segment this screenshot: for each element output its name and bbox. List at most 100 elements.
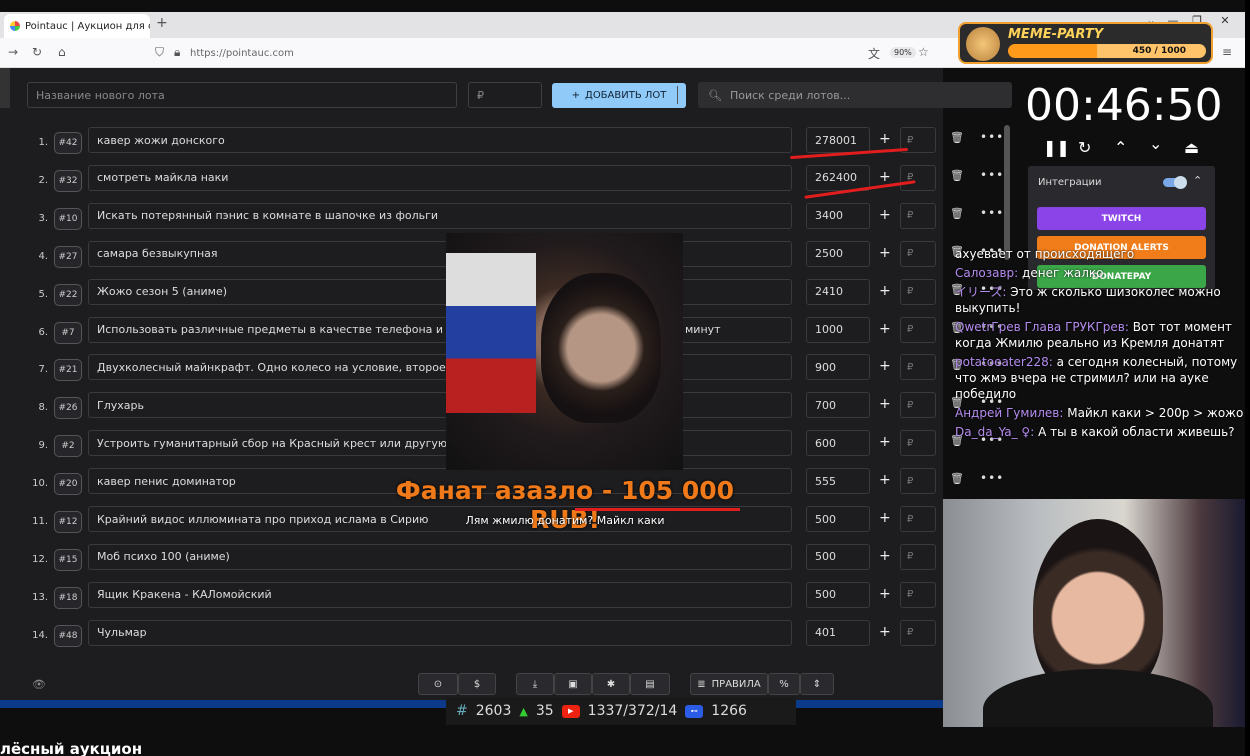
trash-icon[interactable]: 🗑︎ [950,131,964,144]
add-lot-button[interactable]: + ДОБАВИТЬ ЛОТ [552,83,686,108]
add-amount-input[interactable]: ₽ [900,278,936,305]
lot-id-badge[interactable]: #21 [54,359,82,382]
lot-amount-field[interactable]: 401 [806,619,870,646]
lot-amount-field[interactable]: 3400 [806,202,870,229]
lot-name-field[interactable]: Использовать различные предметы в качест… [88,316,792,343]
add-amount-input[interactable]: ₽ [900,506,936,532]
lot-amount-field[interactable]: 555 [806,468,870,495]
lot-id-badge[interactable]: #10 [54,207,82,230]
new-lot-price-input[interactable]: ₽ [468,82,542,108]
add-amount-input[interactable]: ₽ [900,240,936,267]
lot-id-badge[interactable]: #42 [54,132,82,154]
url-field[interactable]: https://pointauc.com [182,42,972,64]
lot-name-field[interactable]: Моб психо 100 (аниме) [88,543,792,570]
lot-amount-field[interactable]: 278001 [806,127,870,153]
chevron-down-icon[interactable]: ⌄ [1149,134,1162,153]
add-amount-icon[interactable]: + [879,434,891,450]
save-button[interactable]: ▣ [554,673,592,695]
lot-amount-field[interactable]: 700 [806,392,870,419]
bug-button[interactable]: ✱ [592,673,630,695]
lot-amount-field[interactable]: 900 [806,354,870,381]
home-icon[interactable]: ⌂ [58,45,66,59]
eye-icon[interactable]: 👁︎ [32,678,46,691]
lot-name-field[interactable]: самара безвыкупная [88,240,792,267]
menu-icon[interactable]: ≡ [1222,45,1232,59]
search-input[interactable]: 🔍︎ Поиск среди лотов... [698,82,1012,108]
lot-id-badge[interactable]: #2 [54,435,82,458]
add-amount-icon[interactable]: + [879,207,891,223]
lot-amount-field[interactable]: 1000 [806,316,870,343]
lot-amount-field[interactable]: 2500 [806,240,870,267]
reload-icon[interactable]: ↻ [32,45,42,59]
lot-id-badge[interactable]: #18 [54,586,82,609]
translate-icon[interactable]: 文 [868,45,880,62]
add-amount-icon[interactable]: + [879,321,891,337]
chevron-up-icon[interactable]: ⌃ [1193,174,1202,187]
more-icon[interactable]: ••• [980,471,1004,485]
add-amount-input[interactable]: ₽ [900,543,936,570]
new-tab-icon[interactable]: + [156,15,168,31]
add-amount-icon[interactable]: + [879,472,891,488]
lot-name-field[interactable]: Двухколесный майнкрафт. Одно колесо на у… [88,354,792,381]
add-amount-icon[interactable]: + [879,283,891,299]
scrollbar[interactable] [1004,125,1010,260]
lot-id-badge[interactable]: #15 [54,548,82,571]
github-button[interactable]: ⊙ [418,673,458,695]
percent-button[interactable]: % [768,673,800,695]
add-amount-icon[interactable]: + [879,131,891,147]
lot-name-field[interactable]: Искать потерянный пэнис в комнате в шапо… [88,202,792,229]
new-lot-input[interactable]: Название нового лота [27,82,457,108]
trash-icon[interactable]: 🗑︎ [950,169,964,182]
pause-icon[interactable]: ❚❚ [1043,138,1070,157]
back-icon[interactable]: → [8,45,18,59]
trash-icon[interactable]: 🗑︎ [950,207,964,220]
lot-id-badge[interactable]: #7 [54,321,82,344]
add-amount-icon[interactable]: + [879,510,891,526]
add-amount-icon[interactable]: + [879,624,891,640]
integrations-toggle[interactable] [1163,176,1187,189]
lot-name-field[interactable]: Чульмар [88,619,792,646]
more-icon[interactable]: ••• [980,206,1004,220]
lot-name-field[interactable]: Жожо сезон 5 (аниме) [88,278,792,305]
bookmark-star-icon[interactable]: ☆ [918,45,929,59]
add-amount-icon[interactable]: + [879,586,891,602]
trash-icon[interactable]: 🗑︎ [950,472,964,485]
add-amount-icon[interactable]: + [879,548,891,564]
donate-button[interactable]: $ [458,673,496,695]
zoom-level[interactable]: 90% [890,47,916,58]
rules-button[interactable]: ≣ ПРАВИЛА [690,673,768,695]
lot-id-badge[interactable]: #27 [54,245,82,268]
lot-name-field[interactable]: Устроить гуманитарный сбор на Красный кр… [88,430,792,457]
lot-name-field[interactable]: кавер жожи донского [88,127,792,153]
more-icon[interactable]: ••• [980,130,1004,144]
close-window-icon[interactable]: ✕ [1214,14,1236,27]
lot-name-field[interactable]: смотреть майкла наки [88,164,792,191]
chevron-up-icon[interactable]: ⌃ [1114,138,1127,157]
lot-id-badge[interactable]: #26 [54,397,82,420]
add-amount-icon[interactable]: + [879,169,891,185]
lot-id-badge[interactable]: #32 [54,169,82,192]
add-amount-icon[interactable]: + [879,396,891,412]
lot-name-field[interactable]: Ящик Кракена - КАЛомойский [88,581,792,608]
lot-amount-field[interactable]: 600 [806,430,870,457]
download-button[interactable]: ⤓ [516,673,554,695]
add-amount-icon[interactable]: + [879,358,891,374]
lot-amount-field[interactable]: 500 [806,543,870,570]
compress-button[interactable]: ⇕ [800,673,834,695]
lot-id-badge[interactable]: #48 [54,624,82,647]
add-amount-input[interactable]: ₽ [900,202,936,229]
add-amount-input[interactable]: ₽ [900,619,936,646]
browser-tab[interactable]: Pointauc | Аукцион для стриме ✕ [4,14,150,38]
lot-id-badge[interactable]: #22 [54,283,82,306]
lot-id-badge[interactable]: #20 [54,473,82,496]
clear-button[interactable]: ▤ [630,673,670,695]
lot-id-badge[interactable]: #12 [54,511,82,533]
add-amount-input[interactable]: ₽ [900,430,936,457]
lot-amount-field[interactable]: 500 [806,581,870,608]
add-amount-input[interactable]: ₽ [900,468,936,495]
lot-amount-field[interactable]: 2410 [806,278,870,305]
lot-name-field[interactable]: Глухарь [88,392,792,419]
more-icon[interactable]: ••• [980,168,1004,182]
collapse-icon[interactable]: ⏏ [1184,138,1199,157]
twitch-button[interactable]: TWITCH [1037,207,1206,230]
